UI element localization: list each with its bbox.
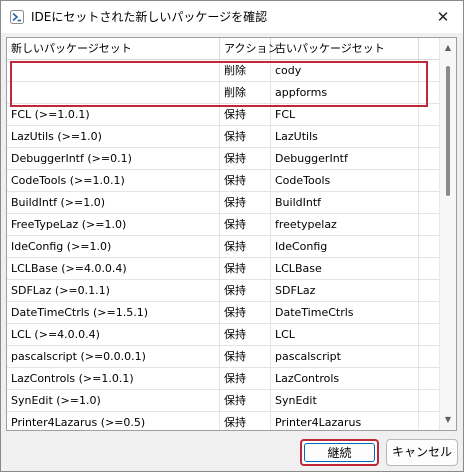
cell-action: 保持 (220, 258, 271, 279)
close-icon: ✕ (436, 8, 450, 26)
header-action[interactable]: アクション (220, 38, 278, 60)
cell-old-package: SDFLaz (271, 280, 419, 301)
cell-action: 保持 (220, 412, 271, 430)
cell-new-package: BuildIntf (>=1.0) (7, 192, 220, 213)
table-row[interactable]: BuildIntf (>=1.0) 保持 BuildIntf (7, 192, 439, 214)
cell-new-package: pascalscript (>=0.0.0.1) (7, 346, 220, 367)
cell-old-package: IdeConfig (271, 236, 419, 257)
continue-button[interactable]: 継続 (300, 439, 379, 466)
scrollbar-thumb[interactable] (446, 66, 450, 196)
table-row[interactable]: 削除 appforms (7, 82, 439, 104)
cell-action: 保持 (220, 236, 271, 257)
close-button[interactable]: ✕ (429, 5, 457, 29)
dialog-window: IDEにセットされた新しいパッケージを確認 ✕ 新しいパッケージセット アクショ… (0, 0, 464, 472)
table-row[interactable]: 削除 cody (7, 60, 439, 82)
cell-new-package: CodeTools (>=1.0.1) (7, 170, 220, 191)
cell-action: 保持 (220, 280, 271, 301)
cell-old-package: cody (271, 60, 419, 81)
table-row[interactable]: LCL (>=4.0.0.4) 保持 LCL (7, 324, 439, 346)
chevron-down-icon[interactable]: ▼ (440, 412, 456, 428)
cell-action: 保持 (220, 302, 271, 323)
table-row[interactable]: CodeTools (>=1.0.1) 保持 CodeTools (7, 170, 439, 192)
cell-old-package: LazControls (271, 368, 419, 389)
cell-new-package: DateTimeCtrls (>=1.5.1) (7, 302, 220, 323)
cell-action: 削除 (220, 82, 271, 103)
table-row[interactable]: LazUtils (>=1.0) 保持 LazUtils (7, 126, 439, 148)
grid-header: 新しいパッケージセット アクション 古いパッケージセット (7, 38, 439, 60)
table-row[interactable]: SynEdit (>=1.0) 保持 SynEdit (7, 390, 439, 412)
table-row[interactable]: LazControls (>=1.0.1) 保持 LazControls (7, 368, 439, 390)
cell-new-package: SynEdit (>=1.0) (7, 390, 220, 411)
cell-new-package: SDFLaz (>=0.1.1) (7, 280, 220, 301)
cell-old-package: Printer4Lazarus (271, 412, 419, 430)
cell-action: 保持 (220, 126, 271, 147)
header-old-package-set[interactable]: 古いパッケージセット (271, 38, 419, 60)
cell-new-package: FCL (>=1.0.1) (7, 104, 220, 125)
cell-old-package: pascalscript (271, 346, 419, 367)
cell-old-package: LCLBase (271, 258, 419, 279)
cell-new-package: FreeTypeLaz (>=1.0) (7, 214, 220, 235)
cell-new-package: LCL (>=4.0.0.4) (7, 324, 220, 345)
cell-new-package (7, 82, 220, 103)
cell-old-package: freetypelaz (271, 214, 419, 235)
cell-action: 保持 (220, 368, 271, 389)
cell-action: 保持 (220, 346, 271, 367)
cell-action: 保持 (220, 170, 271, 191)
cell-old-package: BuildIntf (271, 192, 419, 213)
cancel-button[interactable]: キャンセル (386, 439, 458, 466)
cell-action: 保持 (220, 104, 271, 125)
table-row[interactable]: Printer4Lazarus (>=0.5) 保持 Printer4Lazarus (7, 412, 439, 430)
table-row[interactable]: LCLBase (>=4.0.0.4) 保持 LCLBase (7, 258, 439, 280)
cell-action: 保持 (220, 324, 271, 345)
cell-action: 保持 (220, 214, 271, 235)
table-row[interactable]: FreeTypeLaz (>=1.0) 保持 freetypelaz (7, 214, 439, 236)
chevron-up-icon[interactable]: ▲ (440, 40, 456, 56)
lazarus-app-icon (10, 10, 24, 24)
cell-action: 保持 (220, 148, 271, 169)
table-row[interactable]: DebuggerIntf (>=0.1) 保持 DebuggerIntf (7, 148, 439, 170)
cell-new-package: Printer4Lazarus (>=0.5) (7, 412, 220, 430)
table-row[interactable]: FCL (>=1.0.1) 保持 FCL (7, 104, 439, 126)
vertical-scrollbar[interactable]: ▲ ▼ (439, 38, 456, 430)
cell-new-package: DebuggerIntf (>=0.1) (7, 148, 220, 169)
cell-new-package: LCLBase (>=4.0.0.4) (7, 258, 220, 279)
header-new-package-set[interactable]: 新しいパッケージセット (7, 38, 220, 60)
title-bar[interactable]: IDEにセットされた新しいパッケージを確認 ✕ (1, 1, 463, 33)
continue-button-label: 継続 (304, 443, 375, 462)
grid-body: 削除 cody 削除 appforms FCL (>=1.0.1) 保持 FCL LazUti… (7, 60, 439, 430)
cell-old-package: DebuggerIntf (271, 148, 419, 169)
cell-old-package: appforms (271, 82, 419, 103)
cell-new-package: IdeConfig (>=1.0) (7, 236, 220, 257)
window-title: IDEにセットされた新しいパッケージを確認 (31, 10, 268, 24)
cell-old-package: LazUtils (271, 126, 419, 147)
cell-old-package: FCL (271, 104, 419, 125)
package-grid[interactable]: 新しいパッケージセット アクション 古いパッケージセット 削除 cody 削除 app… (6, 37, 457, 431)
cell-new-package: LazUtils (>=1.0) (7, 126, 220, 147)
cell-old-package: SynEdit (271, 390, 419, 411)
cell-action: 削除 (220, 60, 271, 81)
cell-new-package (7, 60, 220, 81)
table-row[interactable]: SDFLaz (>=0.1.1) 保持 SDFLaz (7, 280, 439, 302)
cell-old-package: CodeTools (271, 170, 419, 191)
cell-old-package: DateTimeCtrls (271, 302, 419, 323)
cell-new-package: LazControls (>=1.0.1) (7, 368, 220, 389)
cell-action: 保持 (220, 192, 271, 213)
cell-old-package: LCL (271, 324, 419, 345)
table-row[interactable]: DateTimeCtrls (>=1.5.1) 保持 DateTimeCtrls (7, 302, 439, 324)
table-row[interactable]: IdeConfig (>=1.0) 保持 IdeConfig (7, 236, 439, 258)
cell-action: 保持 (220, 390, 271, 411)
table-row[interactable]: pascalscript (>=0.0.0.1) 保持 pascalscript (7, 346, 439, 368)
